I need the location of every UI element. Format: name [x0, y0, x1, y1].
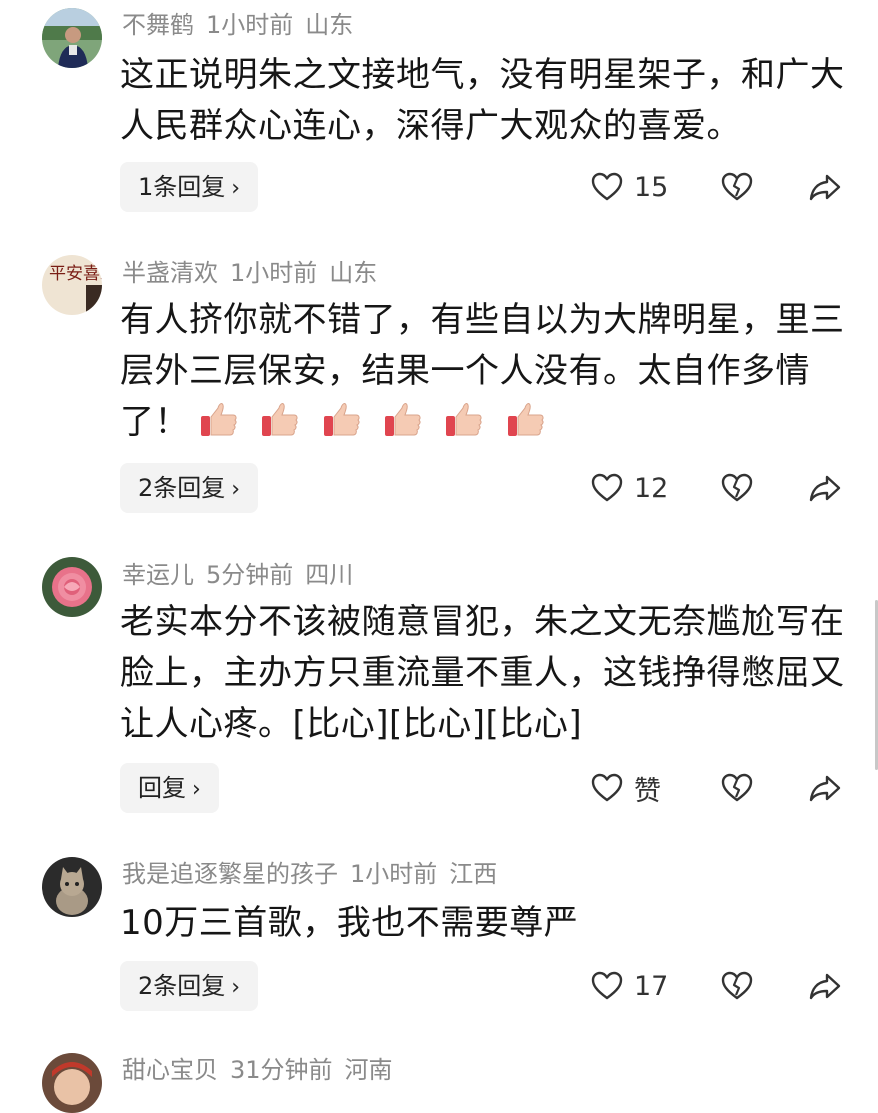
avatar[interactable]: 平安喜乐 [42, 255, 102, 315]
thumbs-up-emoji [383, 399, 423, 439]
comment-actions: 12 [590, 463, 850, 513]
location: 江西 [449, 860, 498, 888]
share-arrow-icon[interactable] [808, 771, 842, 805]
comment-meta: 我是追逐繁星的孩子 1小时前 江西 [122, 859, 509, 889]
thumbs-up-emoji [199, 399, 239, 439]
location: 山东 [305, 11, 354, 39]
heart-outline-icon [591, 473, 623, 502]
comment-meta: 半盏清欢 1小时前 山东 [122, 258, 389, 288]
comment-text: 这正说明朱之文接地气，没有明星架子，和广大人民群众心连心，深得广大观众的喜爱。 [120, 55, 845, 146]
comment-actions: 17 [590, 961, 850, 1011]
timestamp: 5分钟前 [206, 561, 294, 589]
heart-outline-icon [591, 971, 623, 1000]
heart-outline-icon [591, 773, 623, 802]
broken-heart-icon[interactable] [720, 170, 754, 204]
replies-label: 1条回复 [138, 173, 226, 201]
thumbs-up-emoji [260, 399, 300, 439]
comment-text: 有人挤你就不错了，有些自以为大牌明星，里三层外三层保安，结果一个人没有。太自作多… [120, 295, 850, 454]
share-arrow-icon[interactable] [808, 471, 842, 505]
view-replies-button[interactable]: 2条回复 › [120, 961, 259, 1011]
replies-label: 2条回复 [138, 972, 226, 1000]
timestamp: 1小时前 [350, 860, 438, 888]
thumbs-up-emoji [444, 399, 484, 439]
avatar-calligraphy: 平安喜乐 [49, 264, 102, 284]
like-count: 15 [634, 171, 669, 203]
avatar[interactable] [42, 8, 102, 68]
avatar[interactable] [42, 857, 102, 917]
broken-heart-icon[interactable] [720, 471, 754, 505]
thumbs-up-emoji [506, 399, 546, 439]
chevron-right-icon: › [231, 176, 241, 201]
comment-meta: 不舞鹤 1小时前 山东 [122, 10, 365, 40]
comment-text: 10万三首歌，我也不需要尊严 [120, 903, 579, 943]
chevron-right-icon: › [231, 975, 241, 1000]
comment-meta: 甜心宝贝 31分钟前 河南 [122, 1055, 405, 1085]
like-button[interactable]: 12 [590, 463, 668, 513]
comment-actions: 赞 [590, 763, 850, 813]
like-count: 12 [634, 472, 669, 504]
like-button[interactable]: 赞 [590, 763, 661, 813]
avatar[interactable] [42, 557, 102, 617]
replies-label: 2条回复 [138, 474, 226, 502]
avatar[interactable] [42, 1053, 102, 1113]
like-count: 17 [634, 970, 669, 1002]
replies-label: 回复 [138, 774, 186, 802]
comment-text: 老实本分不该被随意冒犯，朱之文无奈尴尬写在脸上，主办方只重流量不重人，这钱挣得憋… [120, 602, 845, 744]
heart-outline-icon [591, 172, 623, 201]
reply-button[interactable]: 回复 › [120, 763, 219, 813]
like-label: 赞 [634, 775, 661, 807]
chevron-right-icon: › [192, 777, 201, 802]
thumbs-up-emoji [322, 399, 362, 439]
like-button[interactable]: 15 [590, 162, 668, 212]
emoji-row [199, 399, 556, 454]
chevron-right-icon: › [231, 477, 241, 502]
like-button[interactable]: 17 [590, 961, 668, 1011]
username[interactable]: 半盏清欢 [122, 259, 218, 287]
broken-heart-icon[interactable] [720, 969, 754, 1003]
location: 山东 [329, 259, 378, 287]
comment-actions: 15 [590, 162, 850, 212]
comment-meta: 幸运儿 5分钟前 四川 [122, 560, 365, 590]
share-arrow-icon[interactable] [808, 969, 842, 1003]
username[interactable]: 我是追逐繁星的孩子 [122, 860, 338, 888]
view-replies-button[interactable]: 2条回复 › [120, 463, 259, 513]
timestamp: 1小时前 [206, 11, 294, 39]
location: 四川 [305, 561, 354, 589]
timestamp: 1小时前 [230, 259, 318, 287]
share-arrow-icon[interactable] [808, 170, 842, 204]
username[interactable]: 幸运儿 [122, 561, 194, 589]
broken-heart-icon[interactable] [720, 771, 754, 805]
view-replies-button[interactable]: 1条回复 › [120, 162, 259, 212]
username[interactable]: 不舞鹤 [122, 11, 194, 39]
